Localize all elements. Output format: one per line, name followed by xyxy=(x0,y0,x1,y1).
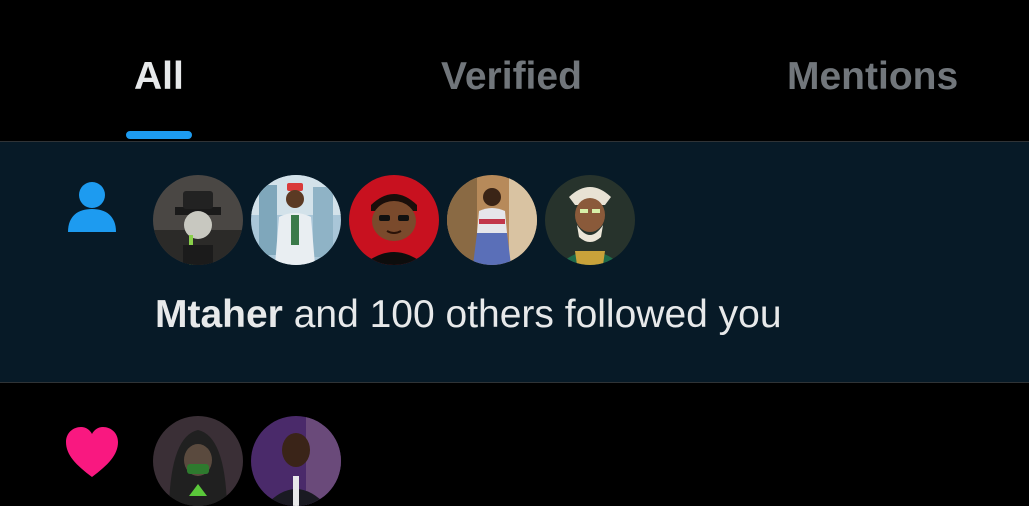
avatar[interactable] xyxy=(251,416,341,506)
tab-verified[interactable]: Verified xyxy=(400,0,640,141)
follower-name[interactable]: Mtaher xyxy=(155,293,283,336)
avatar[interactable] xyxy=(251,175,341,265)
avatar[interactable] xyxy=(153,175,243,265)
tab-all-label: All xyxy=(134,55,184,98)
active-tab-indicator xyxy=(126,131,192,139)
notifications-tab-bar: All Verified Mentions xyxy=(0,0,1029,142)
like-notification[interactable] xyxy=(0,383,1029,506)
heart-icon xyxy=(64,425,120,481)
avatar[interactable] xyxy=(447,175,537,265)
tab-all[interactable]: All xyxy=(80,0,240,141)
tab-mentions-label: Mentions xyxy=(787,55,959,98)
follow-notification-text: Mtaher and 100 others followed you xyxy=(155,292,782,338)
avatar[interactable] xyxy=(153,416,243,506)
tab-verified-label: Verified xyxy=(441,55,582,98)
avatar[interactable] xyxy=(545,175,635,265)
tab-mentions[interactable]: Mentions xyxy=(760,0,1020,141)
person-icon xyxy=(64,178,120,234)
follow-summary: and 100 others followed you xyxy=(282,293,782,336)
avatar[interactable] xyxy=(349,175,439,265)
follow-notification[interactable]: Mtaher and 100 others followed you xyxy=(0,142,1029,383)
